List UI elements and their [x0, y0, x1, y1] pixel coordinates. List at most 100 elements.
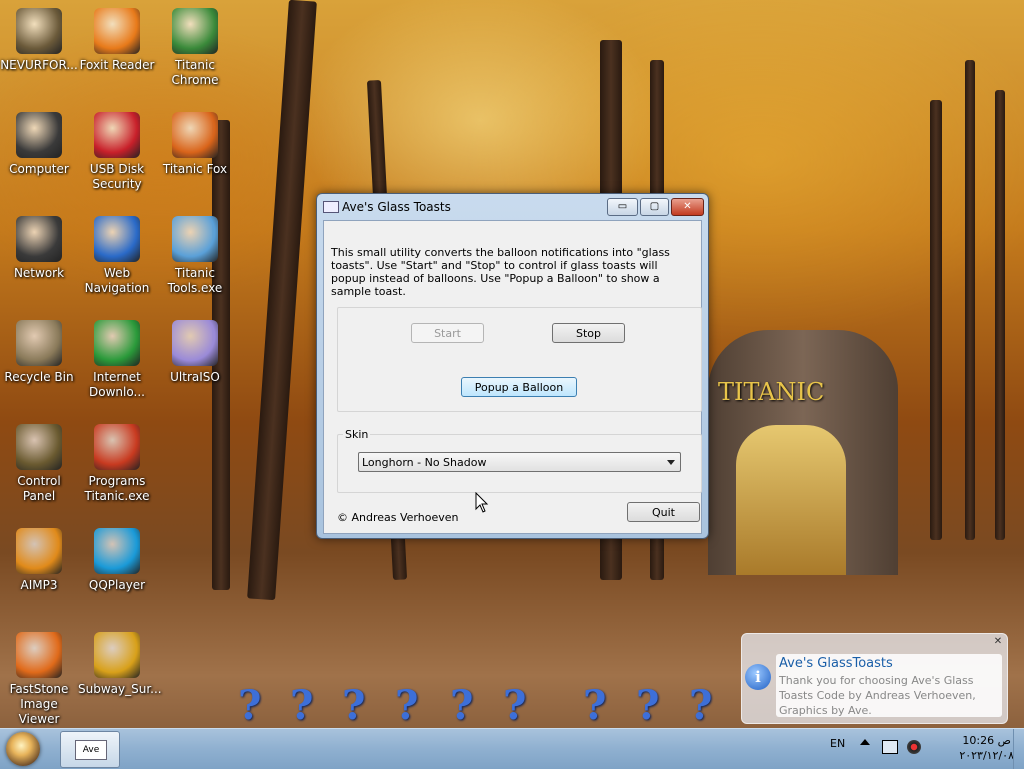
desktop-icon-disc[interactable]: UltraISO	[156, 320, 234, 385]
quit-button[interactable]: Quit	[627, 502, 700, 522]
clock-time: 10:26 ص	[962, 734, 1011, 747]
glass-toasts-window: Ave's Glass Toasts ▭ ▢ ✕ This small util…	[316, 193, 709, 539]
control-panel-icon	[16, 424, 62, 470]
dock-item[interactable]: ?	[342, 682, 372, 729]
app-icon	[323, 201, 339, 213]
desktop-icon-label: Titanic Tools.exe	[167, 266, 223, 295]
window-title: Ave's Glass Toasts	[342, 200, 451, 214]
aimp-icon	[16, 528, 62, 574]
desktop-icon-label: FastStone Image Viewer	[9, 682, 69, 726]
mouse-cursor-icon	[475, 492, 489, 513]
toast-body: Thank you for choosing Ave's Glass Toast…	[779, 674, 976, 717]
desktop-icon-pdf[interactable]: Foxit Reader	[78, 8, 156, 73]
start-button[interactable]: Start	[411, 323, 484, 343]
game-icon	[94, 632, 140, 678]
skin-select-value: Longhorn - No Shadow	[362, 456, 487, 469]
desktop-icon-aimp[interactable]: AIMP3	[0, 528, 78, 593]
disc-icon	[172, 320, 218, 366]
minimize-button[interactable]: ▭	[607, 198, 638, 216]
toast-close-icon[interactable]: ✕	[992, 636, 1004, 648]
desktop-icon-computer[interactable]: Computer	[0, 112, 78, 177]
dock-item[interactable]: ?	[395, 682, 425, 729]
description-text: This small utility converts the balloon …	[331, 246, 670, 298]
desktop-icon-eye[interactable]: FastStone Image Viewer	[0, 632, 78, 727]
taskbar-item-ave[interactable]: Ave	[60, 731, 120, 768]
system-clock[interactable]: 10:26 ص ٢٠٢٣/١٢/٠٨	[959, 733, 1014, 763]
dock-item[interactable]: ?	[583, 682, 613, 729]
dock-item[interactable]: ?	[636, 682, 666, 729]
desktop-icon-label: Web Navigation	[84, 266, 150, 295]
network-icon[interactable]	[882, 740, 898, 754]
show-hidden-icons[interactable]	[860, 739, 870, 745]
firefox-icon	[172, 112, 218, 158]
toast-title: Ave's GlassToasts	[779, 656, 893, 671]
desktop-icon-label: Foxit Reader	[79, 58, 155, 72]
wallpaper-sign: TITANIC	[718, 378, 825, 406]
skin-label: Skin	[343, 428, 371, 441]
recycle-bin-icon	[16, 320, 62, 366]
desktop-icon-label: Titanic Chrome	[171, 58, 219, 87]
desktop-icon-label: Computer	[9, 162, 69, 176]
maximize-button[interactable]: ▢	[640, 198, 669, 216]
chrome-icon	[172, 8, 218, 54]
copyright-text: © Andreas Verhoeven	[337, 511, 459, 524]
desktop-icon-recycle-bin[interactable]: Recycle Bin	[0, 320, 78, 385]
desktop-icon-network[interactable]: Network	[0, 216, 78, 281]
desktop-icon-qqplayer[interactable]: QQPlayer	[78, 528, 156, 593]
desktop-icon-label: Control Panel	[17, 474, 61, 503]
window-client: This small utility converts the balloon …	[323, 220, 702, 534]
volume-icon[interactable]	[907, 740, 921, 754]
folder-user-icon	[16, 8, 62, 54]
dock-item[interactable]: ?	[450, 682, 480, 729]
desktop-icon-label: AIMP3	[20, 578, 58, 592]
language-indicator[interactable]: EN	[830, 737, 845, 750]
globe-icon	[94, 216, 140, 262]
desktop-icon-control-panel[interactable]: Control Panel	[0, 424, 78, 504]
download-icon	[94, 320, 140, 366]
title-bar[interactable]: Ave's Glass Toasts ▭ ▢ ✕	[317, 194, 708, 220]
desktop-icon-download[interactable]: Internet Downlo...	[78, 320, 156, 400]
qqplayer-icon	[94, 528, 140, 574]
stone-gate: TITANIC	[708, 330, 898, 575]
desktop-icon-folder-user[interactable]: NEVURFOR...	[0, 8, 78, 73]
programs-icon	[94, 424, 140, 470]
close-button[interactable]: ✕	[671, 198, 704, 216]
desktop-icon-label: Network	[13, 266, 65, 280]
start-button[interactable]	[6, 732, 40, 766]
info-icon: i	[745, 664, 771, 690]
shield-icon	[94, 112, 140, 158]
eye-icon	[16, 632, 62, 678]
taskbar-item-label: Ave	[75, 740, 107, 760]
show-desktop-button[interactable]	[1013, 729, 1024, 769]
glass-toast[interactable]: ✕ i Ave's GlassToasts Thank you for choo…	[741, 633, 1008, 724]
tools-icon	[172, 216, 218, 262]
desktop-icon-label: Subway_Sur...	[78, 682, 162, 696]
clock-date: ٢٠٢٣/١٢/٠٨	[959, 749, 1014, 762]
desktop-icon-label: Recycle Bin	[4, 370, 74, 384]
desktop-icon-shield[interactable]: USB Disk Security	[78, 112, 156, 192]
desktop-icon-label: QQPlayer	[88, 578, 146, 592]
desktop-icon-label: Titanic Fox	[162, 162, 228, 176]
desktop-icon-game[interactable]: Subway_Sur...	[78, 632, 162, 697]
desktop-icon-programs[interactable]: Programs Titanic.exe	[78, 424, 156, 504]
desktop-icon-tools[interactable]: Titanic Tools.exe	[156, 216, 234, 296]
desktop-icon-chrome[interactable]: Titanic Chrome	[156, 8, 234, 88]
chevron-down-icon	[667, 460, 675, 465]
taskbar: Ave EN 10:26 ص ٢٠٢٣/١٢/٠٨	[0, 728, 1024, 769]
popup-balloon-button[interactable]: Popup a Balloon	[461, 377, 577, 397]
dock-item[interactable]: ?	[503, 682, 533, 729]
desktop-icon-label: Programs Titanic.exe	[84, 474, 150, 503]
desktop-icon-globe[interactable]: Web Navigation	[78, 216, 156, 296]
desktop-icon-label: USB Disk Security	[89, 162, 145, 191]
computer-icon	[16, 112, 62, 158]
desktop-icon-label: UltraISO	[170, 370, 220, 384]
desktop-icon-firefox[interactable]: Titanic Fox	[156, 112, 234, 177]
dock-item[interactable]: ?	[290, 682, 320, 729]
desktop-icon-label: Internet Downlo...	[89, 370, 145, 399]
skin-select[interactable]: Longhorn - No Shadow	[358, 452, 681, 472]
stop-button[interactable]: Stop	[552, 323, 625, 343]
desktop-icon-label: NEVURFOR...	[0, 58, 78, 72]
pdf-icon	[94, 8, 140, 54]
dock-item[interactable]: ?	[689, 682, 719, 729]
dock-item[interactable]: ?	[238, 682, 268, 729]
